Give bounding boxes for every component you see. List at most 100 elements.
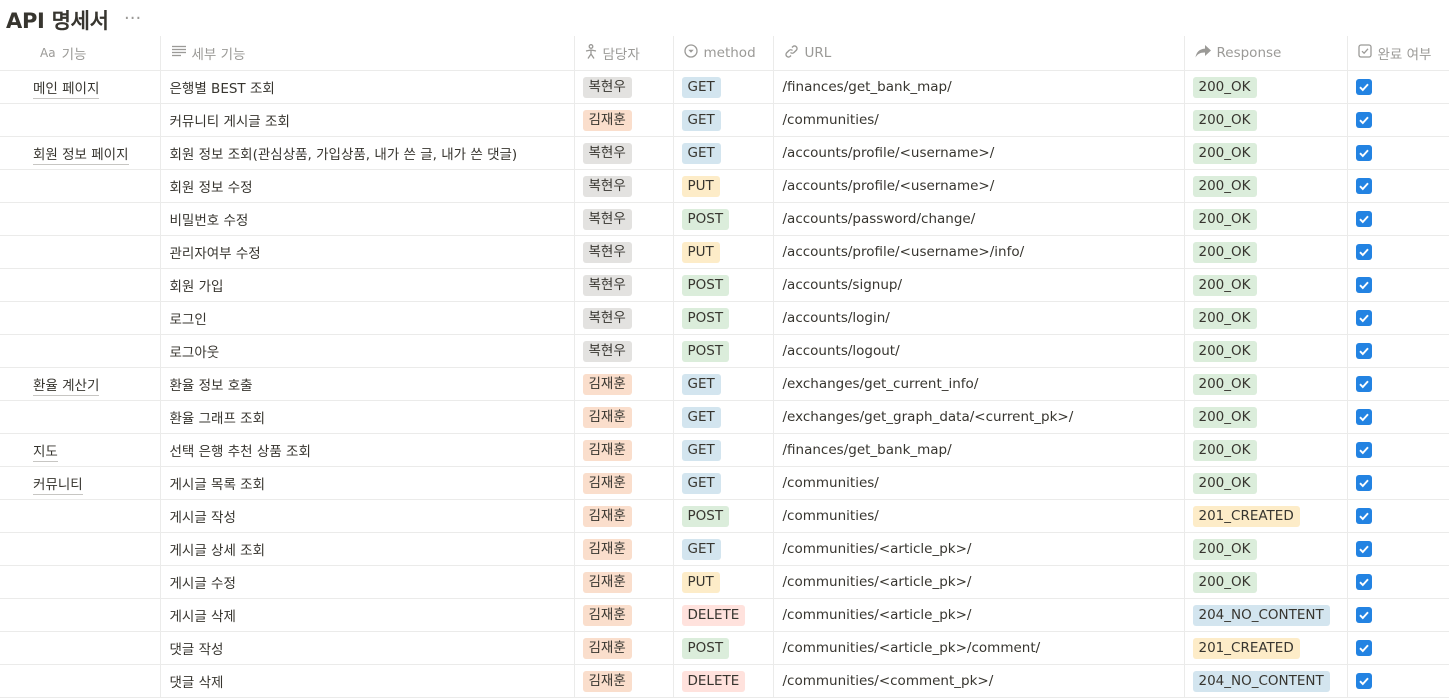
done-checkbox[interactable] xyxy=(1355,211,1372,227)
feature-cell[interactable] xyxy=(0,598,160,632)
method-cell[interactable]: POST xyxy=(672,202,773,236)
feature-label[interactable]: 메인 페이지 xyxy=(33,81,100,99)
response-cell[interactable]: 200_OK xyxy=(1183,136,1347,170)
method-cell[interactable]: GET xyxy=(672,400,773,434)
owner-cell[interactable]: 복현우 xyxy=(573,334,673,368)
feature-cell[interactable] xyxy=(0,631,160,665)
done-checkbox[interactable] xyxy=(1355,244,1372,260)
detail-cell[interactable]: 회원 정보 수정 xyxy=(159,169,574,203)
owner-cell[interactable]: 복현우 xyxy=(573,169,673,203)
feature-cell[interactable] xyxy=(0,334,160,368)
detail-cell[interactable]: 환율 정보 호출 xyxy=(159,367,574,401)
feature-cell[interactable] xyxy=(0,235,160,269)
done-checkbox[interactable] xyxy=(1355,442,1372,458)
method-cell[interactable]: POST xyxy=(672,499,773,533)
table-row[interactable]: 게시글 작성 김재훈 POST /communities/ 201_CREATE… xyxy=(0,499,1449,533)
response-cell[interactable]: 200_OK xyxy=(1183,532,1347,566)
column-header-owner[interactable]: 담당자 xyxy=(573,36,673,71)
response-cell[interactable]: 204_NO_CONTENT xyxy=(1183,664,1347,698)
owner-cell[interactable]: 김재훈 xyxy=(573,664,673,698)
owner-cell[interactable]: 복현우 xyxy=(573,202,673,236)
method-cell[interactable]: DELETE xyxy=(672,598,773,632)
feature-cell[interactable]: 메인 페이지 xyxy=(0,70,160,104)
feature-cell[interactable] xyxy=(0,532,160,566)
table-row[interactable]: 로그인 복현우 POST /accounts/login/ 200_OK xyxy=(0,301,1449,335)
method-cell[interactable]: PUT xyxy=(672,565,773,599)
feature-cell[interactable] xyxy=(0,268,160,302)
done-checkbox[interactable] xyxy=(1355,310,1372,326)
owner-cell[interactable]: 김재훈 xyxy=(573,565,673,599)
detail-cell[interactable]: 선택 은행 추천 상품 조회 xyxy=(159,433,574,467)
url-cell[interactable]: /communities/<article_pk>/ xyxy=(772,532,1184,566)
table-row[interactable]: 커뮤니티 게시글 목록 조회 김재훈 GET /communities/ 200… xyxy=(0,466,1449,500)
url-cell[interactable]: /accounts/profile/<username>/ xyxy=(772,169,1184,203)
done-checkbox[interactable] xyxy=(1355,475,1372,491)
table-row[interactable]: 회원 가입 복현우 POST /accounts/signup/ 200_OK xyxy=(0,268,1449,302)
column-header-done[interactable]: 완료 여부 xyxy=(1346,36,1449,71)
owner-cell[interactable]: 김재훈 xyxy=(573,631,673,665)
table-row[interactable]: 댓글 삭제 김재훈 DELETE /communities/<comment_p… xyxy=(0,664,1449,698)
url-cell[interactable]: /finances/get_bank_map/ xyxy=(772,433,1184,467)
method-cell[interactable]: DELETE xyxy=(672,664,773,698)
feature-cell[interactable] xyxy=(0,664,160,698)
table-row[interactable]: 비밀번호 수정 복현우 POST /accounts/password/chan… xyxy=(0,202,1449,236)
column-header-feature[interactable]: Aa 기능 xyxy=(0,36,160,71)
owner-cell[interactable]: 복현우 xyxy=(573,268,673,302)
detail-cell[interactable]: 로그아웃 xyxy=(159,334,574,368)
detail-cell[interactable]: 관리자여부 수정 xyxy=(159,235,574,269)
done-checkbox[interactable] xyxy=(1355,640,1372,656)
detail-cell[interactable]: 커뮤니티 게시글 조회 xyxy=(159,103,574,137)
table-row[interactable]: 게시글 수정 김재훈 PUT /communities/<article_pk>… xyxy=(0,565,1449,599)
owner-cell[interactable]: 복현우 xyxy=(573,235,673,269)
url-cell[interactable]: /communities/ xyxy=(772,103,1184,137)
method-cell[interactable]: GET xyxy=(672,466,773,500)
table-row[interactable]: 댓글 작성 김재훈 POST /communities/<article_pk>… xyxy=(0,631,1449,665)
url-cell[interactable]: /accounts/profile/<username>/info/ xyxy=(772,235,1184,269)
response-cell[interactable]: 200_OK xyxy=(1183,367,1347,401)
table-row[interactable]: 게시글 삭제 김재훈 DELETE /communities/<article_… xyxy=(0,598,1449,632)
detail-cell[interactable]: 회원 정보 조회(관심상품, 가입상품, 내가 쓴 글, 내가 쓴 댓글) xyxy=(159,136,574,170)
done-checkbox[interactable] xyxy=(1355,673,1372,689)
done-checkbox[interactable] xyxy=(1355,607,1372,623)
table-row[interactable]: 회원 정보 페이지 회원 정보 조회(관심상품, 가입상품, 내가 쓴 글, 내… xyxy=(0,136,1449,170)
url-cell[interactable]: /finances/get_bank_map/ xyxy=(772,70,1184,104)
detail-cell[interactable]: 은행별 BEST 조회 xyxy=(159,70,574,104)
url-cell[interactable]: /accounts/signup/ xyxy=(772,268,1184,302)
response-cell[interactable]: 200_OK xyxy=(1183,400,1347,434)
method-cell[interactable]: POST xyxy=(672,268,773,302)
owner-cell[interactable]: 김재훈 xyxy=(573,598,673,632)
response-cell[interactable]: 200_OK xyxy=(1183,70,1347,104)
detail-cell[interactable]: 댓글 삭제 xyxy=(159,664,574,698)
table-row[interactable]: 관리자여부 수정 복현우 PUT /accounts/profile/<user… xyxy=(0,235,1449,269)
feature-cell[interactable] xyxy=(0,103,160,137)
table-row[interactable]: 게시글 상세 조회 김재훈 GET /communities/<article_… xyxy=(0,532,1449,566)
feature-cell[interactable]: 커뮤니티 xyxy=(0,466,160,500)
url-cell[interactable]: /accounts/logout/ xyxy=(772,334,1184,368)
owner-cell[interactable]: 김재훈 xyxy=(573,400,673,434)
column-header-response[interactable]: Response xyxy=(1183,36,1347,71)
table-row[interactable]: 환율 그래프 조회 김재훈 GET /exchanges/get_graph_d… xyxy=(0,400,1449,434)
method-cell[interactable]: GET xyxy=(672,532,773,566)
method-cell[interactable]: GET xyxy=(672,70,773,104)
feature-label[interactable]: 커뮤니티 xyxy=(33,477,83,495)
done-checkbox[interactable] xyxy=(1355,145,1372,161)
url-cell[interactable]: /exchanges/get_current_info/ xyxy=(772,367,1184,401)
url-cell[interactable]: /accounts/login/ xyxy=(772,301,1184,335)
done-checkbox[interactable] xyxy=(1355,508,1372,524)
owner-cell[interactable]: 복현우 xyxy=(573,301,673,335)
url-cell[interactable]: /communities/<article_pk>/ xyxy=(772,565,1184,599)
done-checkbox[interactable] xyxy=(1355,112,1372,128)
response-cell[interactable]: 200_OK xyxy=(1183,268,1347,302)
method-cell[interactable]: GET xyxy=(672,103,773,137)
url-cell[interactable]: /communities/ xyxy=(772,499,1184,533)
method-cell[interactable]: GET xyxy=(672,367,773,401)
response-cell[interactable]: 200_OK xyxy=(1183,565,1347,599)
feature-cell[interactable] xyxy=(0,499,160,533)
response-cell[interactable]: 200_OK xyxy=(1183,169,1347,203)
method-cell[interactable]: PUT xyxy=(672,169,773,203)
response-cell[interactable]: 200_OK xyxy=(1183,235,1347,269)
done-checkbox[interactable] xyxy=(1355,574,1372,590)
url-cell[interactable]: /communities/<article_pk>/ xyxy=(772,598,1184,632)
owner-cell[interactable]: 김재훈 xyxy=(573,532,673,566)
detail-cell[interactable]: 회원 가입 xyxy=(159,268,574,302)
